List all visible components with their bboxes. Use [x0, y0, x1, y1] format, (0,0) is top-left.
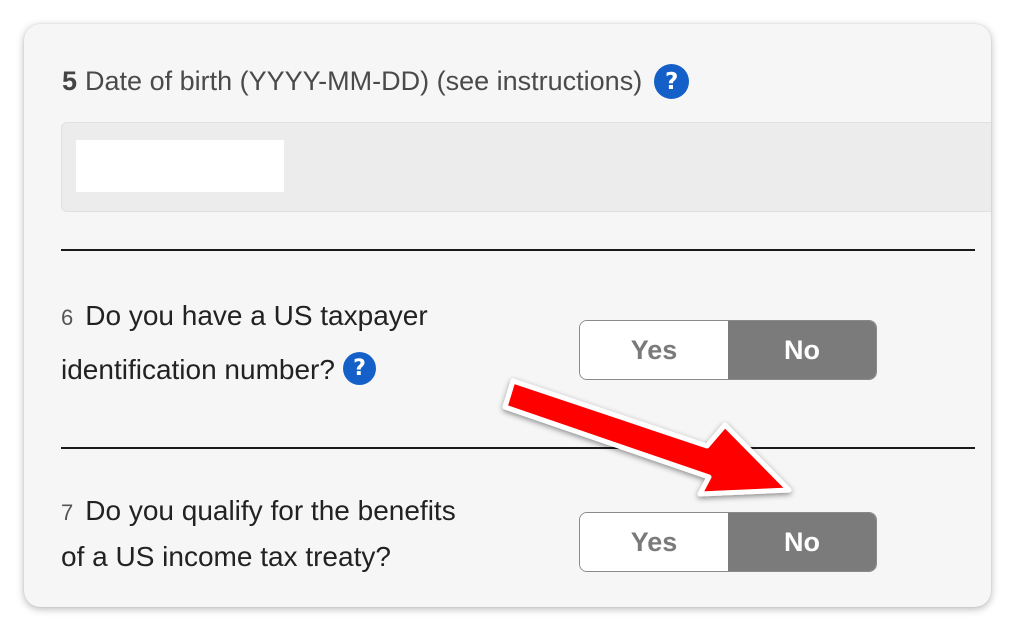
q7-line2: of a US income tax treaty?: [61, 541, 391, 572]
q6-line2: identification number?: [61, 354, 335, 385]
q7-line1: Do you qualify for the benefits: [85, 495, 456, 526]
q6-yes-no-toggle: Yes No: [579, 320, 877, 380]
help-icon[interactable]: ?: [654, 64, 690, 99]
q5-text: Date of birth (YYYY-MM-DD) (see instruct…: [85, 66, 643, 96]
q6-number: 6: [61, 305, 74, 330]
q7-question: 7 Do you qualify for the benefits of a US…: [61, 489, 456, 579]
q7-no-button[interactable]: No: [728, 513, 876, 571]
help-icon[interactable]: ?: [342, 352, 376, 386]
q7-yes-no-toggle: Yes No: [579, 512, 877, 572]
q5-number: 5: [62, 66, 78, 96]
q7-number: 7: [61, 500, 74, 525]
q6-line1: Do you have a US taxpayer: [85, 300, 428, 331]
q6-question: 6 Do you have a US taxpayer identificatio…: [61, 290, 428, 396]
divider: [61, 447, 975, 449]
tax-form-card: 5 Date of birth (YYYY-MM-DD) (see instru…: [24, 24, 991, 607]
q7-yes-button[interactable]: Yes: [580, 513, 728, 571]
q6-yes-button[interactable]: Yes: [580, 321, 728, 379]
q5-label: 5 Date of birth (YYYY-MM-DD) (see instru…: [62, 64, 690, 99]
date-of-birth-field-container: [61, 122, 991, 212]
divider: [61, 249, 975, 251]
q6-no-button[interactable]: No: [728, 321, 876, 379]
date-of-birth-input[interactable]: [76, 140, 284, 192]
